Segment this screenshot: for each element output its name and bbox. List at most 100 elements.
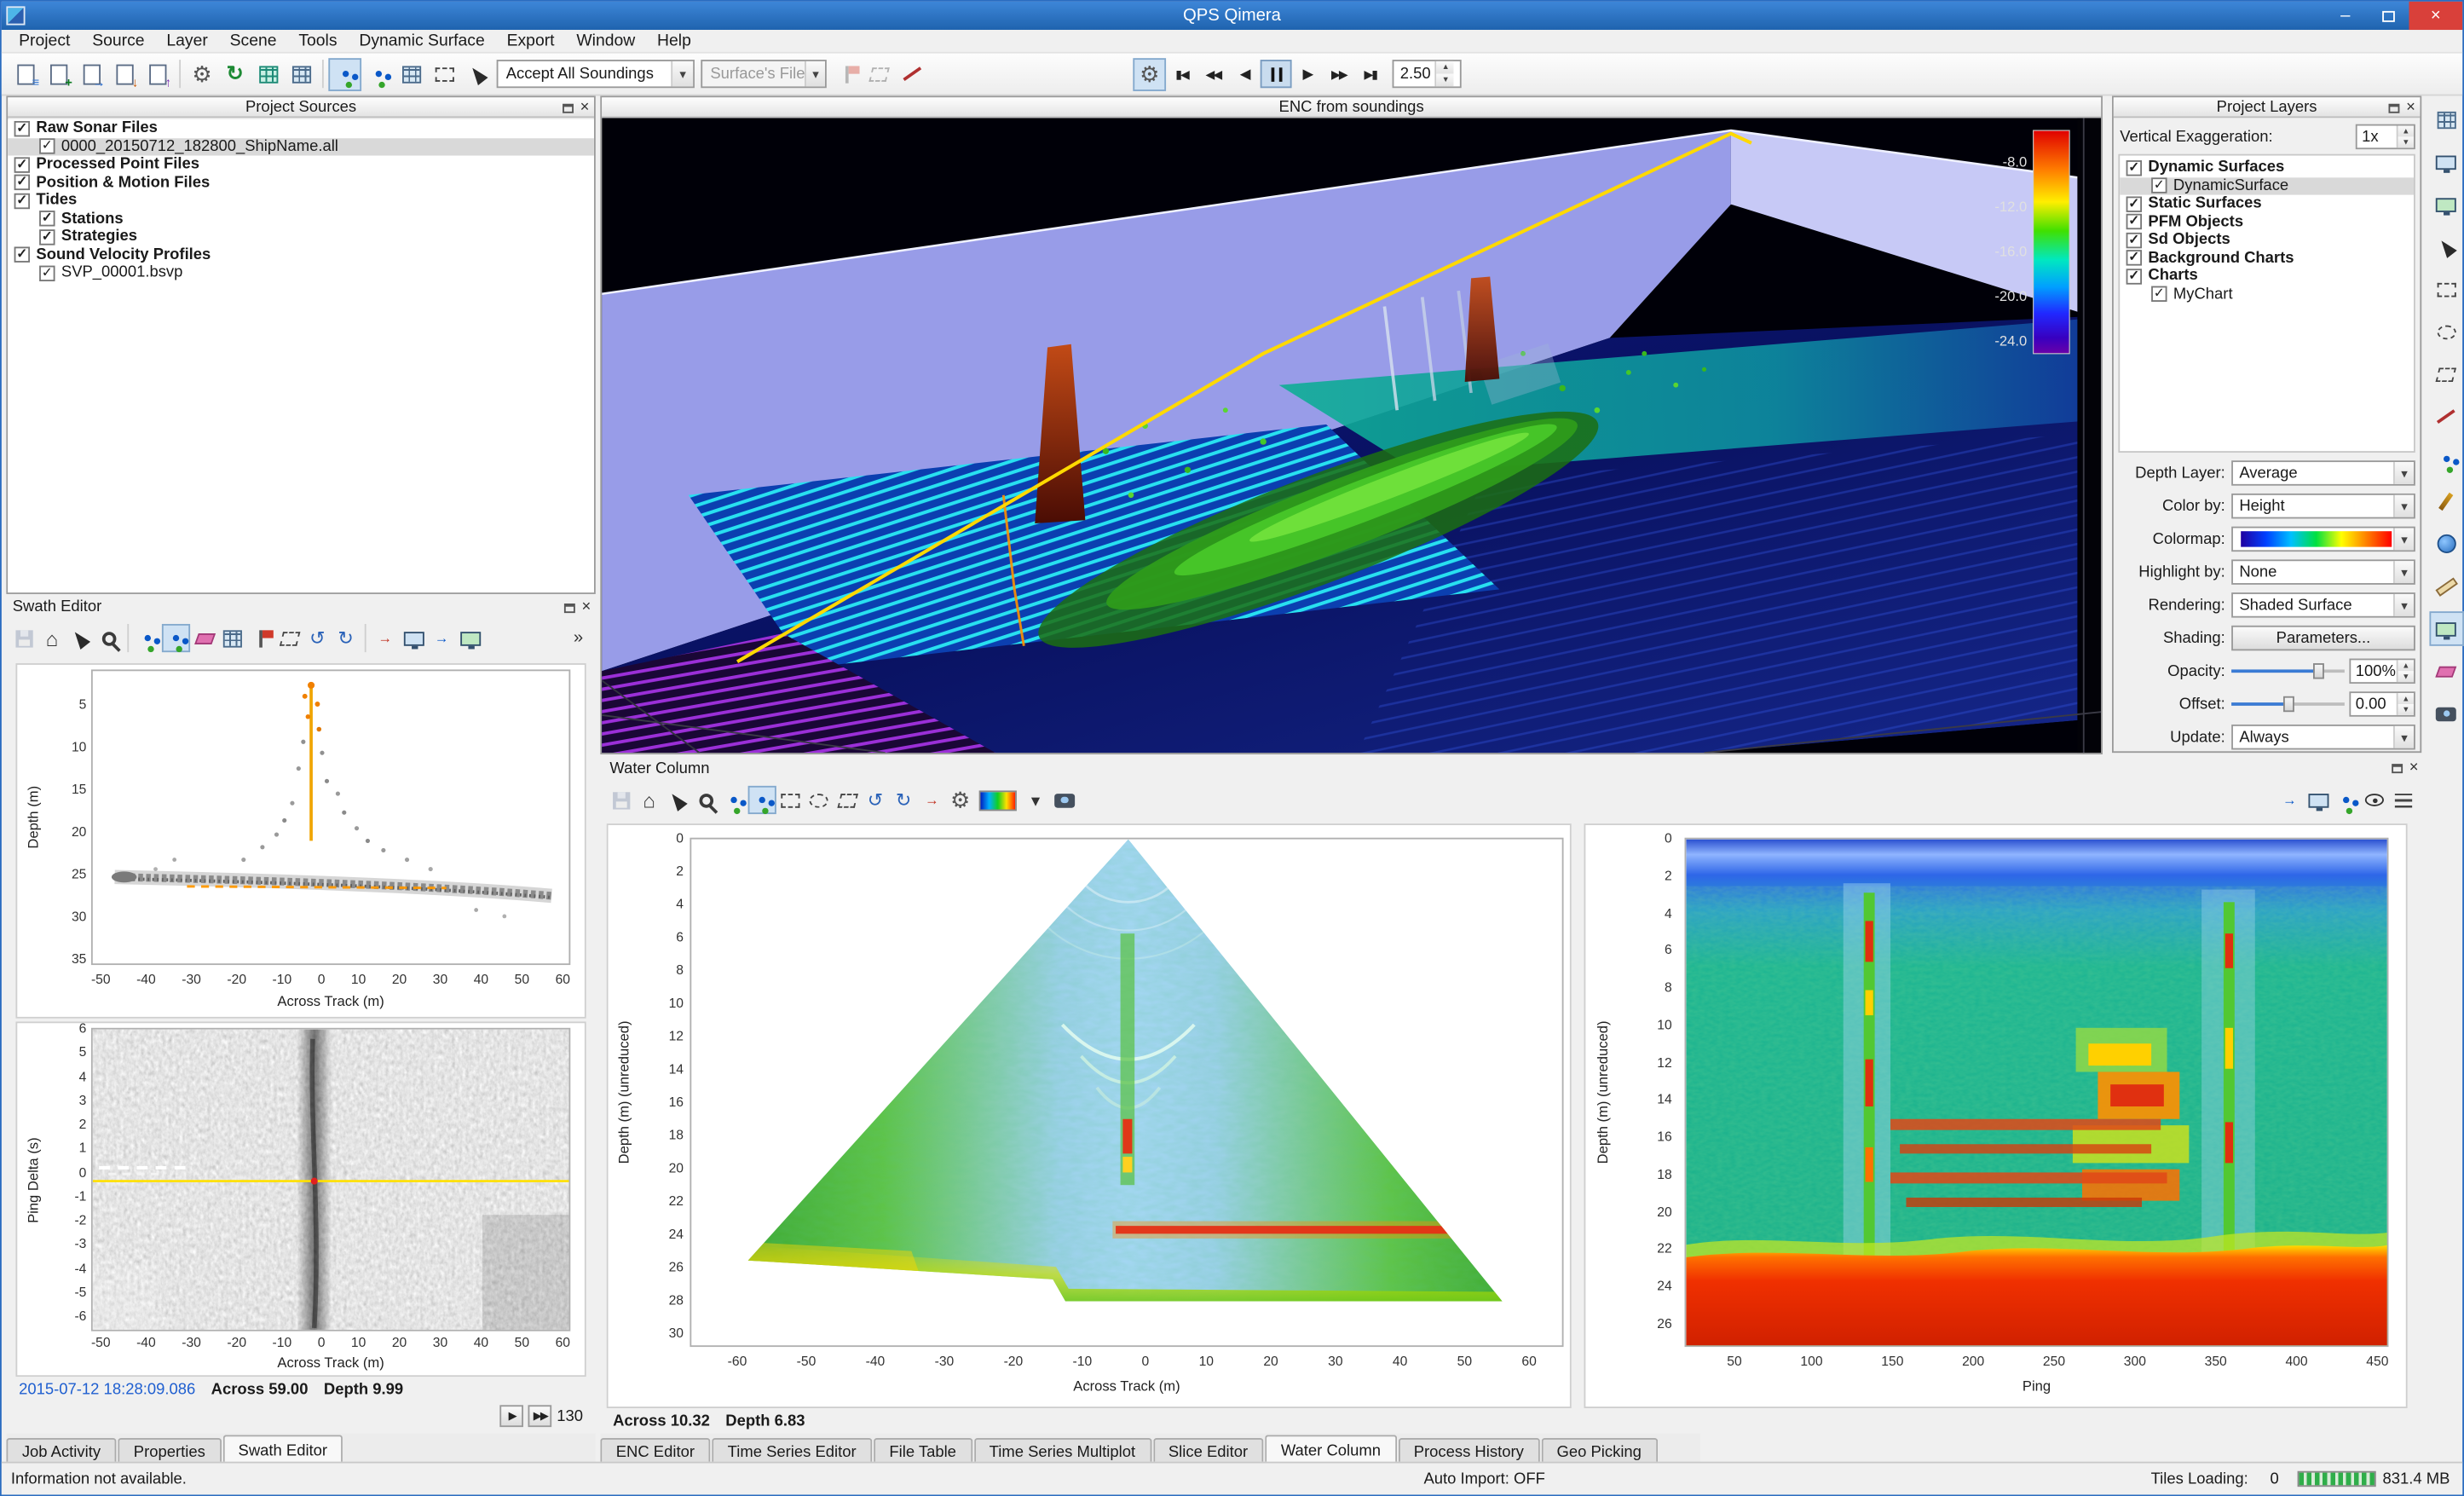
checkbox[interactable] bbox=[14, 175, 30, 190]
grid-icon[interactable] bbox=[218, 624, 246, 652]
menu-project[interactable]: Project bbox=[8, 32, 81, 50]
send-to-3d-icon[interactable]: → bbox=[371, 624, 399, 652]
eraser-icon[interactable] bbox=[190, 624, 218, 652]
add-processed-points-icon[interactable] bbox=[108, 57, 141, 90]
playback-first-icon[interactable] bbox=[1166, 60, 1197, 88]
playback-rewind-icon[interactable] bbox=[1197, 60, 1229, 88]
checkbox[interactable] bbox=[2126, 196, 2142, 211]
tab-slice-editor[interactable]: Slice Editor bbox=[1152, 1438, 1263, 1464]
checkbox[interactable] bbox=[39, 229, 55, 245]
layer-table-icon[interactable] bbox=[2429, 102, 2464, 137]
layer-background-charts[interactable]: Background Charts bbox=[2120, 249, 2414, 267]
tab-process-history[interactable]: Process History bbox=[1398, 1438, 1539, 1464]
layer-charts[interactable]: Charts bbox=[2120, 267, 2414, 285]
checkbox[interactable] bbox=[2126, 232, 2142, 247]
playback-pause-icon[interactable] bbox=[1261, 60, 1292, 88]
active-view-monitor-icon[interactable] bbox=[2429, 611, 2464, 646]
lasso-select-icon[interactable] bbox=[2429, 315, 2464, 349]
menu-help[interactable]: Help bbox=[646, 32, 702, 50]
polygon-select-icon[interactable] bbox=[275, 624, 303, 652]
tab-time-series-multiplot[interactable]: Time Series Multiplot bbox=[973, 1438, 1151, 1464]
spin-up-icon[interactable]: ▲ bbox=[2398, 693, 2414, 704]
scene-3d-view[interactable]: -8.0 -12.0 -16.0 -20.0 -24.0 bbox=[602, 118, 2101, 753]
single-view-icon[interactable] bbox=[2429, 145, 2464, 180]
fast-forward-ping-icon[interactable]: ▶▶ bbox=[528, 1405, 552, 1427]
pick-cursor-icon[interactable] bbox=[460, 57, 493, 90]
filter-reject-icon[interactable] bbox=[863, 57, 896, 90]
processing-settings-icon[interactable] bbox=[186, 57, 219, 90]
monitor-red-icon[interactable] bbox=[399, 624, 427, 652]
point-select-icon[interactable] bbox=[134, 624, 162, 652]
project-sources-title-bar[interactable]: Project Sources bbox=[8, 97, 594, 118]
layer-mychart[interactable]: MyChart bbox=[2120, 286, 2414, 303]
playback-speed-spinner[interactable]: 2.50 ▲▼ bbox=[1393, 60, 1462, 88]
next-ping-icon[interactable]: ▶ bbox=[500, 1405, 524, 1427]
wc-settings-gear-icon[interactable] bbox=[946, 786, 974, 814]
polygon-select-icon[interactable] bbox=[833, 786, 861, 814]
tree-item-sonar-file[interactable]: 0000_20150712_182800_ShipName.all bbox=[8, 137, 594, 155]
wc-echo-plotbox[interactable] bbox=[1685, 838, 2389, 1347]
visibility-eye-icon[interactable] bbox=[2360, 786, 2388, 814]
menu-export[interactable]: Export bbox=[496, 32, 566, 50]
shading-parameters-button[interactable]: Parameters... bbox=[2231, 626, 2415, 651]
add-navigation-icon[interactable] bbox=[141, 57, 175, 90]
checkbox[interactable] bbox=[2126, 251, 2142, 266]
profile-line-icon[interactable] bbox=[2429, 399, 2464, 434]
layer-static-surfaces[interactable]: Static Surfaces bbox=[2120, 195, 2414, 213]
snapshot-camera-icon[interactable] bbox=[2429, 696, 2464, 731]
colormap-select[interactable] bbox=[2231, 527, 2415, 552]
tree-item-raw-sonar-files[interactable]: Raw Sonar Files bbox=[8, 119, 594, 137]
menu-scene[interactable]: Scene bbox=[219, 32, 288, 50]
spin-down-icon[interactable]: ▼ bbox=[2398, 136, 2414, 147]
water-column-title-bar[interactable]: Water Column bbox=[600, 758, 2423, 780]
tree-item-position-motion-files[interactable]: Position & Motion Files bbox=[8, 174, 594, 192]
offset-spinner[interactable]: 0.00▲▼ bbox=[2349, 691, 2415, 717]
send-to-3d-icon[interactable]: → bbox=[918, 786, 946, 814]
menu-tools[interactable]: Tools bbox=[287, 32, 348, 50]
checkbox[interactable] bbox=[39, 265, 55, 280]
swath-scatter-plot[interactable] bbox=[93, 671, 571, 965]
opacity-spinner[interactable]: 100%▲▼ bbox=[2349, 659, 2415, 684]
float-panel-icon[interactable] bbox=[2389, 103, 2400, 113]
tab-water-column[interactable]: Water Column bbox=[1265, 1435, 1396, 1464]
polygon-select-icon[interactable] bbox=[2429, 357, 2464, 392]
select-cursor-icon[interactable] bbox=[2429, 229, 2464, 264]
close-panel-icon[interactable] bbox=[2409, 760, 2419, 775]
close-panel-icon[interactable] bbox=[2406, 100, 2415, 115]
spline-filter-icon[interactable] bbox=[896, 57, 929, 90]
select-cursor-icon[interactable] bbox=[66, 624, 94, 652]
points-icon[interactable] bbox=[2332, 786, 2360, 814]
point-pick-icon[interactable] bbox=[748, 786, 776, 814]
tree-item-processed-point-files[interactable]: Processed Point Files bbox=[8, 156, 594, 174]
spin-down-icon[interactable]: ▼ bbox=[2398, 704, 2414, 715]
add-raw-sonar-icon[interactable] bbox=[76, 57, 109, 90]
tree-item-stations[interactable]: Stations bbox=[8, 210, 594, 228]
rect-select-icon[interactable] bbox=[776, 786, 805, 814]
soundings-mode-select[interactable]: Accept All Soundings bbox=[497, 60, 695, 88]
checkbox[interactable] bbox=[2126, 160, 2142, 176]
slice-edit-icon[interactable] bbox=[428, 57, 461, 90]
spin-down-icon[interactable]: ▼ bbox=[2398, 671, 2414, 682]
spin-down-icon[interactable]: ▼ bbox=[1437, 74, 1454, 87]
checkbox[interactable] bbox=[39, 139, 55, 154]
menu-source[interactable]: Source bbox=[81, 32, 155, 50]
reprocess-icon[interactable] bbox=[218, 57, 251, 90]
color-by-select[interactable]: Height bbox=[2231, 494, 2415, 519]
float-panel-icon[interactable] bbox=[564, 603, 575, 612]
tab-properties[interactable]: Properties bbox=[118, 1438, 221, 1464]
playback-last-icon[interactable] bbox=[1354, 60, 1386, 88]
spin-up-icon[interactable]: ▲ bbox=[1437, 61, 1454, 74]
split-view-icon[interactable] bbox=[2429, 187, 2464, 222]
save-icon[interactable] bbox=[607, 786, 635, 814]
swath-depth-plotbox[interactable] bbox=[91, 669, 570, 965]
menu-layer[interactable]: Layer bbox=[155, 32, 218, 50]
filter-accept-icon[interactable] bbox=[830, 57, 863, 90]
spin-up-icon[interactable]: ▲ bbox=[2398, 660, 2414, 671]
dynamic-surface-icon[interactable] bbox=[285, 57, 318, 90]
tree-item-tides[interactable]: Tides bbox=[8, 192, 594, 210]
opacity-slider[interactable] bbox=[2231, 659, 2345, 684]
select-points-icon[interactable] bbox=[361, 57, 395, 90]
zoom-icon[interactable] bbox=[691, 786, 719, 814]
float-panel-icon[interactable] bbox=[2392, 763, 2403, 772]
close-panel-icon[interactable] bbox=[580, 100, 590, 115]
